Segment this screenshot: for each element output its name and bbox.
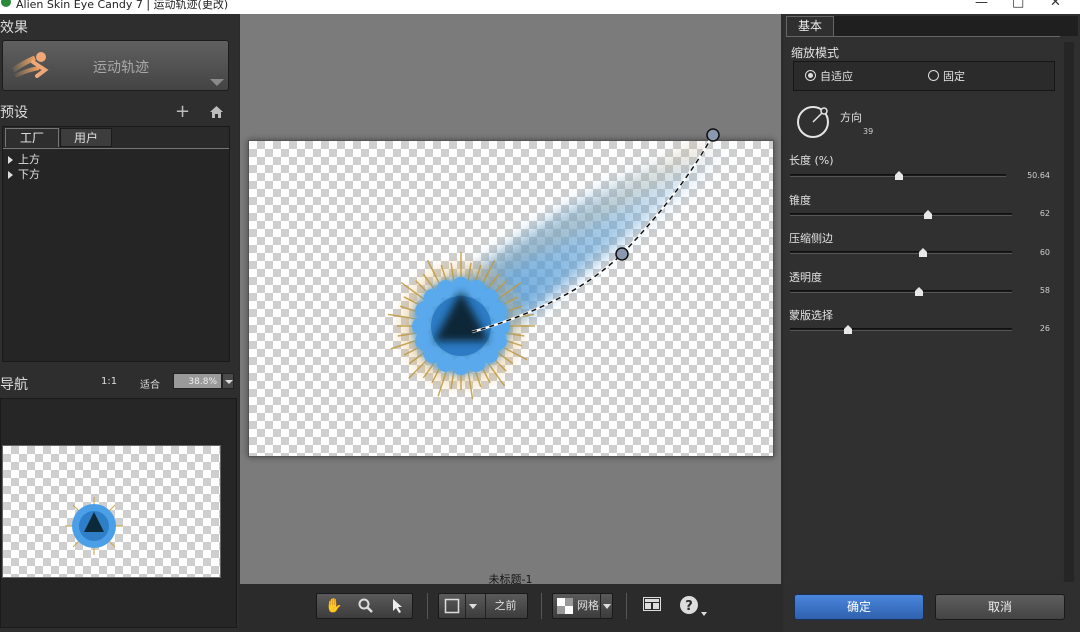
bottom-toolbar: ✋ 之前 网格 ? [240,584,781,632]
background-checker-icon[interactable] [555,594,575,618]
grid-button[interactable]: 网格 [575,594,601,618]
navigator-header: 导航 1:1 适合 38.8% [0,371,239,395]
ok-button[interactable]: 确定 [794,594,924,620]
slider-thumb[interactable] [895,171,904,180]
tab-basic[interactable]: 基本 [786,16,834,36]
presets-title: 预设 [0,105,28,121]
app-logo-icon [1,0,11,7]
mask-select-slider[interactable] [790,325,1012,334]
navigator-thumbnail[interactable] [2,445,221,578]
expand-arrow-icon [8,156,13,164]
window-title: Alien Skin Eye Candy 7 | 运动轨迹(更改) [16,0,229,11]
grid-group: 网格 [552,593,613,619]
scale-mode-label: 缩放模式 [791,46,840,60]
scale-mode-group: 自适应 固定 [793,61,1055,91]
scrollbar[interactable] [1064,42,1074,582]
svg-text:?: ? [685,599,693,614]
slider-thumb[interactable] [843,325,852,334]
radio-adaptive-label[interactable]: 自适应 [820,68,853,84]
close-icon[interactable]: ✕ [1050,0,1061,10]
slider-value[interactable]: 50.64 [1010,171,1050,180]
zoom-dropdown[interactable] [222,373,234,389]
parameters-panel: 缩放模式 自适应 固定 方向 39 长度 (%) 50.64 锥度 62 压缩侧… [786,36,1060,582]
before-button[interactable]: 之前 [485,594,525,618]
thumbnail-preview [65,497,123,555]
preview-mode-icon[interactable] [439,594,465,618]
add-preset-icon[interactable]: + [175,103,190,121]
effects-title: 效果 [0,20,28,36]
path-endpoint-handle[interactable] [706,128,720,142]
tab-user[interactable]: 用户 [60,128,112,147]
layout-panel-icon[interactable] [640,595,664,619]
preset-tree: 上方 下方 [3,148,229,361]
home-icon[interactable] [209,104,224,119]
radio-fixed-label[interactable]: 固定 [943,68,965,84]
expand-arrow-icon [8,171,13,179]
tree-item[interactable]: 下方 [8,166,40,182]
direction-dial[interactable] [796,105,830,139]
minimize-icon[interactable]: — [975,0,988,10]
chevron-down-icon[interactable] [210,79,224,86]
slider-label: 透明度 [789,271,822,284]
taper-slider[interactable] [790,210,1012,219]
slider-thumb[interactable] [919,248,928,257]
slider-thumb[interactable] [923,210,932,219]
effect-name: 运动轨迹 [93,60,149,76]
navigator-panel [0,398,237,628]
slider-value[interactable]: 60 [1010,248,1050,257]
radio-adaptive[interactable] [805,70,816,81]
right-panel: 基本 缩放模式 自适应 固定 方向 39 长度 (%) 50.64 锥度 62 … [783,14,1080,632]
tree-item[interactable]: 上方 [8,151,40,167]
slider-value[interactable]: 62 [1010,209,1050,218]
direction-label: 方向 [840,111,862,124]
slider-value[interactable]: 26 [1010,324,1050,333]
effect-selector[interactable]: 运动轨迹 [2,40,229,91]
slider-label: 锥度 [789,194,811,207]
slider-label: 压缩侧边 [789,232,833,245]
squash-sides-slider[interactable] [790,248,1012,257]
slider-thumb[interactable] [914,287,923,296]
zoom-input[interactable]: 38.8% [173,373,222,389]
radio-fixed[interactable] [928,70,939,81]
slider-label: 长度 (%) [789,154,834,167]
length-slider[interactable] [790,171,1006,180]
zoom-tool-icon[interactable] [351,594,381,618]
help-icon[interactable]: ? [676,594,710,618]
slider-value[interactable]: 58 [1010,286,1050,295]
slider-label: 蒙版选择 [789,309,833,322]
tab-factory[interactable]: 工厂 [5,128,59,147]
left-panel: 效果 运动轨迹 预设 + 工厂 用户 上方 下方 导航 1:1 适合 38.8% [0,14,239,632]
maximize-icon[interactable]: □ [1012,0,1024,10]
hand-tool-icon[interactable]: ✋ [319,594,349,618]
cancel-button[interactable]: 取消 [935,594,1065,620]
motion-path-overlay [471,128,720,334]
direction-value[interactable]: 39 [863,127,873,136]
opacity-slider[interactable] [790,287,1012,296]
title-bar: Alien Skin Eye Candy 7 | 运动轨迹(更改) — □ ✕ [0,0,1080,14]
path-midpoint-handle[interactable] [615,247,629,261]
tool-group: ✋ [316,593,413,619]
zoom-actual-size[interactable]: 1:1 [101,376,117,387]
presets-panel: 工厂 用户 上方 下方 [2,126,230,362]
pointer-tool-icon[interactable] [383,594,412,618]
chevron-down-icon[interactable] [465,594,479,618]
before-group: 之前 [438,593,528,619]
chevron-down-icon[interactable] [600,594,612,618]
navigator-title: 导航 [0,377,28,393]
motion-trail-icon [11,52,49,78]
preview-area[interactable]: 未标题-1 [240,14,781,586]
zoom-fit[interactable]: 适合 [140,376,160,391]
